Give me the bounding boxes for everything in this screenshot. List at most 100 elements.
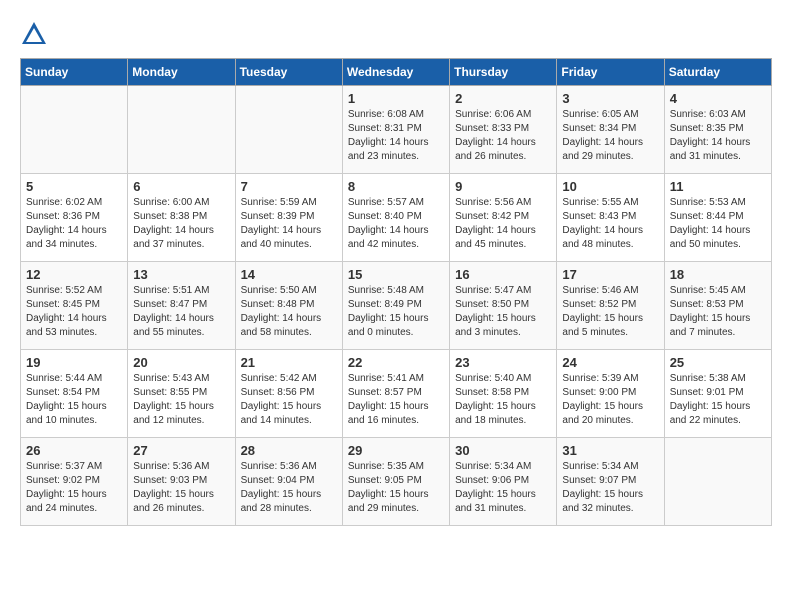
header-wednesday: Wednesday bbox=[342, 59, 449, 86]
calendar-cell: 17Sunrise: 5:46 AM Sunset: 8:52 PM Dayli… bbox=[557, 262, 664, 350]
day-number: 24 bbox=[562, 355, 658, 370]
calendar-cell: 14 Sunrise: 5:50 AM Sunset: 8:48 PM Dayli… bbox=[235, 262, 342, 350]
day-number: 12 bbox=[26, 267, 122, 282]
calendar-cell: 2 Sunrise: 6:06 AM Sunset: 8:33 PM Daylig… bbox=[450, 86, 557, 174]
header-row: SundayMondayTuesdayWednesdayThursdayFrid… bbox=[21, 59, 772, 86]
header-tuesday: Tuesday bbox=[235, 59, 342, 86]
day-info: Sunrise: 5:37 AM Sunset: 9:02 PM Dayligh… bbox=[26, 460, 122, 516]
header-saturday: Saturday bbox=[664, 59, 771, 86]
day-number: 20 bbox=[133, 355, 229, 370]
calendar-cell: 20 Sunrise: 5:43 AM Sunset: 8:55 PM Dayli… bbox=[128, 350, 235, 438]
day-number: 2 bbox=[455, 91, 551, 106]
day-info: Sunrise: 5:44 AM Sunset: 8:54 PM Dayligh… bbox=[26, 372, 122, 428]
day-info: Sunrise: 5:40 AM Sunset: 8:58 PM Dayligh… bbox=[455, 372, 551, 428]
calendar-cell bbox=[128, 86, 235, 174]
calendar-table: SundayMondayTuesdayWednesdayThursdayFrid… bbox=[20, 58, 772, 526]
day-number: 1 bbox=[348, 91, 444, 106]
day-info: Sunrise: 5:51 AM Sunset: 8:47 PM Dayligh… bbox=[133, 284, 229, 340]
day-info: Sunrise: 5:57 AM Sunset: 8:40 PM Dayligh… bbox=[348, 196, 444, 252]
day-info: Sunrise: 5:56 AM Sunset: 8:42 PM Dayligh… bbox=[455, 196, 551, 252]
calendar-cell: 11 Sunrise: 5:53 AM Sunset: 8:44 PM Dayli… bbox=[664, 174, 771, 262]
calendar-cell: 18 Sunrise: 5:45 AM Sunset: 8:53 PM Dayli… bbox=[664, 262, 771, 350]
header-monday: Monday bbox=[128, 59, 235, 86]
day-number: 23 bbox=[455, 355, 551, 370]
header-friday: Friday bbox=[557, 59, 664, 86]
day-info: Sunrise: 5:41 AM Sunset: 8:57 PM Dayligh… bbox=[348, 372, 444, 428]
calendar-cell: 5 Sunrise: 6:02 AM Sunset: 8:36 PM Daylig… bbox=[21, 174, 128, 262]
day-number: 16 bbox=[455, 267, 551, 282]
day-number: 28 bbox=[241, 443, 337, 458]
header-sunday: Sunday bbox=[21, 59, 128, 86]
calendar-cell: 23 Sunrise: 5:40 AM Sunset: 8:58 PM Dayli… bbox=[450, 350, 557, 438]
day-info: Sunrise: 5:53 AM Sunset: 8:44 PM Dayligh… bbox=[670, 196, 766, 252]
day-number: 9 bbox=[455, 179, 551, 194]
calendar-cell: 26Sunrise: 5:37 AM Sunset: 9:02 PM Dayli… bbox=[21, 438, 128, 526]
day-number: 4 bbox=[670, 91, 766, 106]
calendar-cell: 27Sunrise: 5:36 AM Sunset: 9:03 PM Dayli… bbox=[128, 438, 235, 526]
calendar-cell: 30Sunrise: 5:34 AM Sunset: 9:06 PM Dayli… bbox=[450, 438, 557, 526]
day-info: Sunrise: 6:03 AM Sunset: 8:35 PM Dayligh… bbox=[670, 108, 766, 164]
day-number: 22 bbox=[348, 355, 444, 370]
day-number: 25 bbox=[670, 355, 766, 370]
day-info: Sunrise: 5:59 AM Sunset: 8:39 PM Dayligh… bbox=[241, 196, 337, 252]
calendar-cell: 6Sunrise: 6:00 AM Sunset: 8:38 PM Daylig… bbox=[128, 174, 235, 262]
day-info: Sunrise: 5:39 AM Sunset: 9:00 PM Dayligh… bbox=[562, 372, 658, 428]
day-info: Sunrise: 5:50 AM Sunset: 8:48 PM Dayligh… bbox=[241, 284, 337, 340]
calendar-cell: 21 Sunrise: 5:42 AM Sunset: 8:56 PM Dayli… bbox=[235, 350, 342, 438]
day-number: 10 bbox=[562, 179, 658, 194]
calendar-cell: 7 Sunrise: 5:59 AM Sunset: 8:39 PM Daylig… bbox=[235, 174, 342, 262]
day-number: 13 bbox=[133, 267, 229, 282]
page-header bbox=[20, 20, 772, 48]
calendar-cell bbox=[21, 86, 128, 174]
day-number: 7 bbox=[241, 179, 337, 194]
week-row-5: 26Sunrise: 5:37 AM Sunset: 9:02 PM Dayli… bbox=[21, 438, 772, 526]
logo bbox=[20, 20, 52, 48]
calendar-cell: 31 Sunrise: 5:34 AM Sunset: 9:07 PM Dayli… bbox=[557, 438, 664, 526]
calendar-cell: 13 Sunrise: 5:51 AM Sunset: 8:47 PM Dayli… bbox=[128, 262, 235, 350]
day-info: Sunrise: 6:08 AM Sunset: 8:31 PM Dayligh… bbox=[348, 108, 444, 164]
day-number: 21 bbox=[241, 355, 337, 370]
day-info: Sunrise: 6:00 AM Sunset: 8:38 PM Dayligh… bbox=[133, 196, 229, 252]
calendar-cell: 16 Sunrise: 5:47 AM Sunset: 8:50 PM Dayli… bbox=[450, 262, 557, 350]
day-number: 15 bbox=[348, 267, 444, 282]
calendar-cell: 22 Sunrise: 5:41 AM Sunset: 8:57 PM Dayli… bbox=[342, 350, 449, 438]
header-thursday: Thursday bbox=[450, 59, 557, 86]
day-info: Sunrise: 5:43 AM Sunset: 8:55 PM Dayligh… bbox=[133, 372, 229, 428]
calendar-cell: 12 Sunrise: 5:52 AM Sunset: 8:45 PM Dayli… bbox=[21, 262, 128, 350]
day-info: Sunrise: 5:42 AM Sunset: 8:56 PM Dayligh… bbox=[241, 372, 337, 428]
calendar-cell: 24 Sunrise: 5:39 AM Sunset: 9:00 PM Dayli… bbox=[557, 350, 664, 438]
week-row-4: 19 Sunrise: 5:44 AM Sunset: 8:54 PM Dayli… bbox=[21, 350, 772, 438]
logo-icon bbox=[20, 20, 48, 48]
week-row-2: 5 Sunrise: 6:02 AM Sunset: 8:36 PM Daylig… bbox=[21, 174, 772, 262]
day-info: Sunrise: 5:38 AM Sunset: 9:01 PM Dayligh… bbox=[670, 372, 766, 428]
day-number: 14 bbox=[241, 267, 337, 282]
calendar-cell: 9 Sunrise: 5:56 AM Sunset: 8:42 PM Daylig… bbox=[450, 174, 557, 262]
day-info: Sunrise: 6:05 AM Sunset: 8:34 PM Dayligh… bbox=[562, 108, 658, 164]
day-info: Sunrise: 5:35 AM Sunset: 9:05 PM Dayligh… bbox=[348, 460, 444, 516]
calendar-cell: 25 Sunrise: 5:38 AM Sunset: 9:01 PM Dayli… bbox=[664, 350, 771, 438]
day-info: Sunrise: 5:34 AM Sunset: 9:07 PM Dayligh… bbox=[562, 460, 658, 516]
day-info: Sunrise: 5:52 AM Sunset: 8:45 PM Dayligh… bbox=[26, 284, 122, 340]
day-number: 29 bbox=[348, 443, 444, 458]
day-number: 5 bbox=[26, 179, 122, 194]
day-number: 19 bbox=[26, 355, 122, 370]
calendar-cell bbox=[664, 438, 771, 526]
calendar-cell bbox=[235, 86, 342, 174]
day-info: Sunrise: 5:45 AM Sunset: 8:53 PM Dayligh… bbox=[670, 284, 766, 340]
day-number: 8 bbox=[348, 179, 444, 194]
day-info: Sunrise: 6:02 AM Sunset: 8:36 PM Dayligh… bbox=[26, 196, 122, 252]
calendar-cell: 19 Sunrise: 5:44 AM Sunset: 8:54 PM Dayli… bbox=[21, 350, 128, 438]
calendar-cell: 8 Sunrise: 5:57 AM Sunset: 8:40 PM Daylig… bbox=[342, 174, 449, 262]
calendar-cell: 1 Sunrise: 6:08 AM Sunset: 8:31 PM Daylig… bbox=[342, 86, 449, 174]
day-info: Sunrise: 5:46 AM Sunset: 8:52 PM Dayligh… bbox=[562, 284, 658, 340]
day-info: Sunrise: 5:55 AM Sunset: 8:43 PM Dayligh… bbox=[562, 196, 658, 252]
day-number: 18 bbox=[670, 267, 766, 282]
day-number: 27 bbox=[133, 443, 229, 458]
calendar-cell: 28Sunrise: 5:36 AM Sunset: 9:04 PM Dayli… bbox=[235, 438, 342, 526]
day-info: Sunrise: 6:06 AM Sunset: 8:33 PM Dayligh… bbox=[455, 108, 551, 164]
day-number: 31 bbox=[562, 443, 658, 458]
calendar-cell: 4 Sunrise: 6:03 AM Sunset: 8:35 PM Daylig… bbox=[664, 86, 771, 174]
day-info: Sunrise: 5:47 AM Sunset: 8:50 PM Dayligh… bbox=[455, 284, 551, 340]
day-number: 11 bbox=[670, 179, 766, 194]
day-info: Sunrise: 5:34 AM Sunset: 9:06 PM Dayligh… bbox=[455, 460, 551, 516]
